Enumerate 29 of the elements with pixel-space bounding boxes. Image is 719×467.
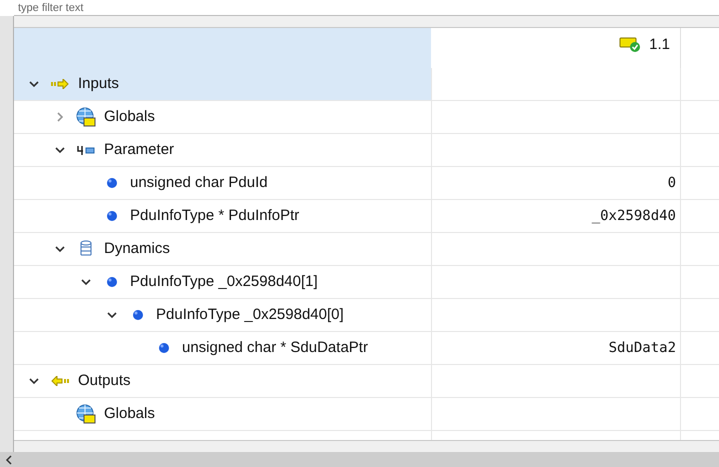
- item-label: PduInfoType _0x2598d40[0]: [156, 304, 344, 325]
- item-label: unsigned char PduId: [130, 172, 268, 193]
- parameter-icon: [77, 145, 95, 155]
- filter-field[interactable]: type filter text: [14, 0, 719, 16]
- value-cell: SduData2: [431, 332, 681, 364]
- item-label: PduInfoType _0x2598d40[1]: [130, 272, 318, 292]
- dot-icon: [106, 177, 118, 189]
- value-cell: 0: [431, 167, 681, 199]
- item-label: Outputs: [78, 370, 131, 391]
- globe-icon: [76, 404, 96, 424]
- tree-item[interactable]: Inputs: [14, 68, 431, 100]
- arrow-left-icon: [51, 376, 69, 386]
- item-label: Dynamics: [104, 238, 170, 259]
- dot-icon: [106, 210, 118, 222]
- item-label: Inputs: [78, 74, 119, 94]
- item-label: Parameter: [104, 140, 174, 160]
- item-label: unsigned char * SduDataPtr: [182, 338, 368, 358]
- item-label: Globals: [104, 404, 155, 424]
- stack-icon: [79, 240, 93, 258]
- version-label: 1.1: [649, 35, 670, 55]
- item-label: Globals: [104, 106, 155, 127]
- dot-icon: [158, 342, 170, 354]
- item-label: PduInfoType * PduInfoPtr: [130, 206, 300, 226]
- value-cell: _0x2598d40: [431, 200, 681, 232]
- globe-icon: [76, 107, 96, 127]
- dot-icon: [132, 309, 144, 321]
- arrow-right-icon: [51, 79, 69, 89]
- scroll-left-icon[interactable]: [4, 454, 14, 464]
- dot-icon: [106, 276, 118, 288]
